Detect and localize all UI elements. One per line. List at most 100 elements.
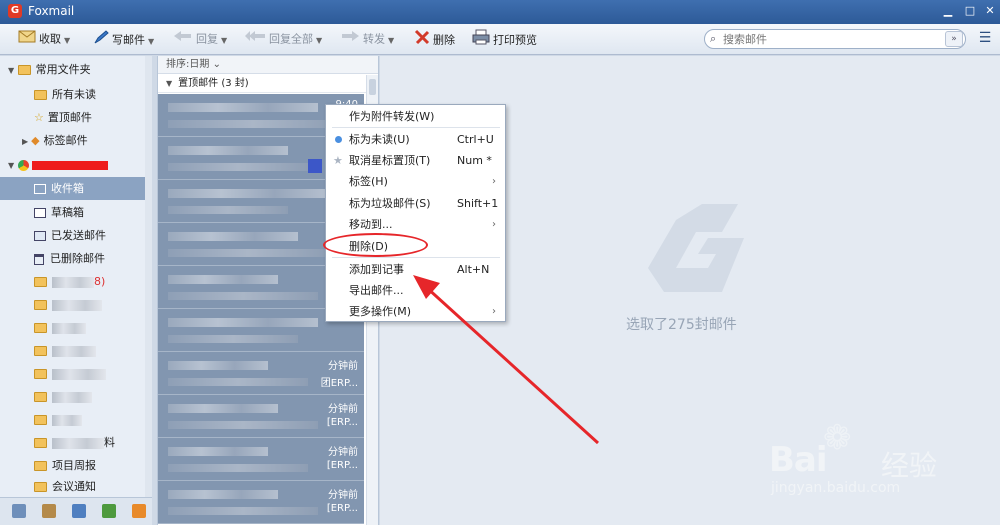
menu-separator <box>332 257 500 258</box>
sidebar-item-inbox[interactable]: 收件箱 <box>0 177 152 200</box>
context-menu-item[interactable]: 作为附件转发(W) <box>327 106 504 127</box>
context-menu-item[interactable]: 标为未读(U) Ctrl+U <box>327 129 504 150</box>
sidebar-item-drafts[interactable]: 草稿箱 <box>0 201 152 224</box>
sidebar-item-blurred[interactable]: 8) <box>0 270 152 293</box>
message-snippet: [ERP... <box>326 503 358 514</box>
draft-icon <box>34 208 46 218</box>
context-menu-item[interactable]: 标为垃圾邮件(S) Shift+1 <box>327 193 504 214</box>
folder-icon <box>34 277 47 287</box>
message-time: 分钟前 <box>328 447 358 458</box>
compose-button[interactable]: 写邮件 ▼ <box>93 29 154 49</box>
folder-icon <box>34 438 47 448</box>
collapse-triangle-icon: ▼ <box>8 66 15 75</box>
submenu-arrow-icon: › <box>492 306 496 317</box>
pen-icon <box>93 29 109 52</box>
collapse-triangle-icon: ▼ <box>166 79 173 88</box>
collapse-triangle-icon: ▼ <box>8 161 15 170</box>
sidebar-group-common[interactable]: ▼ 常用文件夹 <box>0 58 152 81</box>
rss-icon[interactable] <box>132 504 146 518</box>
sidebar-item-blurred[interactable] <box>0 408 152 431</box>
message-snippet: 团ERP... <box>320 378 358 389</box>
context-menu-item[interactable]: 取消星标置顶(T) ★ Num * <box>327 150 504 171</box>
sidebar-item-blurred[interactable] <box>0 385 152 408</box>
sidebar-item-blurred[interactable] <box>0 339 152 362</box>
attachment-marker-icon <box>308 159 322 173</box>
maximize-button[interactable]: □ <box>961 3 979 19</box>
foxmail-watermark-icon <box>648 204 744 292</box>
account-avatar-icon <box>17 159 29 171</box>
folder-icon <box>17 65 31 75</box>
notes-icon[interactable] <box>102 504 116 518</box>
baidu-watermark: ❁ Bai 经验 jingyan.baidu.com <box>769 418 938 496</box>
sidebar-item-blurred[interactable] <box>0 293 152 316</box>
folder-icon <box>34 461 47 471</box>
context-menu: 作为附件转发(W) 标为未读(U) Ctrl+U 取消星标置顶(T) ★ Num * 标签(… <box>325 104 506 322</box>
minimize-button[interactable]: ▁ <box>939 3 957 19</box>
reply-button[interactable]: 回复 ▼ <box>173 29 227 49</box>
scroll-thumb[interactable] <box>369 79 376 95</box>
mail-view-icon[interactable] <box>12 504 26 518</box>
search-input[interactable] <box>723 32 941 46</box>
search-icon: ⌕ <box>710 32 717 45</box>
receive-button[interactable]: 收取 ▼ <box>18 29 70 49</box>
delete-button[interactable]: 删除 <box>414 29 455 49</box>
sidebar-account[interactable]: ▼ <box>0 153 152 176</box>
chevron-down-icon: ⌄ <box>212 59 221 70</box>
message-row[interactable]: 分钟前 [ERP... <box>158 438 364 481</box>
message-time: 分钟前 <box>328 361 358 372</box>
sidebar-item-blurred[interactable] <box>0 316 152 339</box>
unread-dot-icon <box>335 136 342 143</box>
search-box[interactable]: ⌕ » <box>704 29 966 49</box>
contacts-icon[interactable] <box>42 504 56 518</box>
forward-arrow-icon <box>340 29 360 50</box>
sidebar-item-weekly-report[interactable]: 项目周报 <box>0 454 152 477</box>
message-time: 分钟前 <box>328 490 358 501</box>
sidebar-item-blurred[interactable] <box>0 362 152 385</box>
window-title: Foxmail <box>28 4 75 18</box>
reply-arrow-icon <box>173 29 193 50</box>
forward-button[interactable]: 转发 ▼ <box>340 29 394 49</box>
context-menu-item[interactable]: 更多操作(M) › <box>327 301 504 322</box>
context-menu-item[interactable]: 添加到记事 Alt+N <box>327 259 504 280</box>
sort-selector[interactable]: 排序:日期 ⌄ <box>158 56 378 74</box>
title-bar: G Foxmail ▁ □ ✕ <box>0 0 1000 24</box>
sidebar-scrollbar[interactable] <box>145 56 152 497</box>
folder-icon <box>34 369 47 379</box>
print-preview-button[interactable]: 打印预览 <box>472 29 537 49</box>
sidebar-item-tagged[interactable]: ▶ ◆ 标签邮件 <box>0 129 152 152</box>
sidebar-item-deleted[interactable]: 已删除邮件 <box>0 247 152 270</box>
delete-x-icon <box>414 29 430 52</box>
foxmail-logo-icon: G <box>8 4 22 18</box>
context-menu-item[interactable]: 移动到... › <box>327 214 504 235</box>
pinned-group-header[interactable]: ▼ 置顶邮件 (3 封) <box>158 75 378 93</box>
sent-icon <box>34 231 46 241</box>
sidebar-item-sent[interactable]: 已发送邮件 <box>0 224 152 247</box>
message-row[interactable]: 分钟前团ERP... <box>158 352 364 395</box>
folder-icon <box>34 482 47 492</box>
sidebar-item-all-unread[interactable]: 所有未读 <box>0 83 152 106</box>
delete-highlight-ring <box>323 233 428 257</box>
calendar-icon[interactable] <box>72 504 86 518</box>
sidebar-bottom-bar <box>0 497 152 525</box>
context-menu-item[interactable]: 导出邮件... <box>327 280 504 301</box>
folder-icon <box>34 415 47 425</box>
search-options-chevron-icon[interactable]: » <box>945 31 963 47</box>
sidebar-item-blurred[interactable]: 料 <box>0 431 152 454</box>
paw-icon: ❁ <box>823 418 852 458</box>
folder-icon <box>34 392 47 402</box>
submenu-arrow-icon: › <box>492 219 496 230</box>
sidebar-item-meeting-notice[interactable]: 会议通知 <box>0 475 152 498</box>
folder-icon <box>34 346 47 356</box>
message-snippet: [ERP... <box>326 417 358 428</box>
reply-all-arrow-icon <box>244 29 266 50</box>
printer-icon <box>472 29 490 52</box>
menu-separator <box>332 127 500 128</box>
close-button[interactable]: ✕ <box>981 3 999 19</box>
message-row[interactable]: 分钟前 [ERP... <box>158 481 364 524</box>
context-menu-item[interactable]: 标签(H) › <box>327 171 504 192</box>
main-menu-icon[interactable]: ☰ <box>976 30 994 50</box>
message-row[interactable]: 分钟前 [ERP... <box>158 395 364 438</box>
redacted-account <box>31 160 108 170</box>
sidebar-item-pinned[interactable]: ☆ 置顶邮件 <box>0 106 152 129</box>
reply-all-button[interactable]: 回复全部 ▼ <box>244 29 322 49</box>
